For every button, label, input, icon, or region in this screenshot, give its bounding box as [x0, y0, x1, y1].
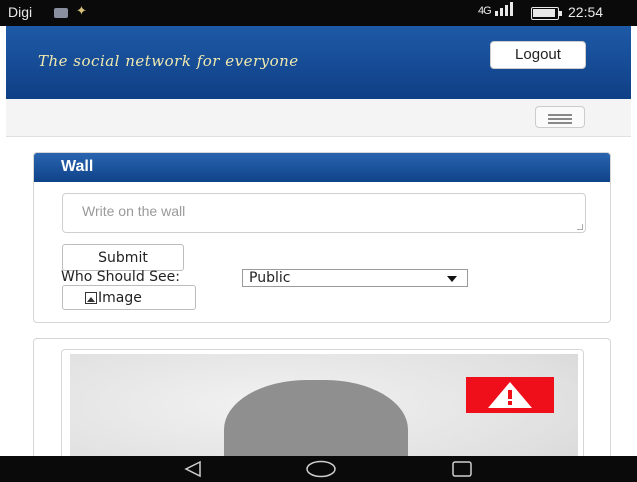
- image-upload-button[interactable]: Image: [62, 285, 196, 310]
- status-bar: Digi ✦ 4G 22:54: [0, 0, 637, 26]
- resize-handle-icon[interactable]: [577, 224, 583, 230]
- clock: 22:54: [568, 4, 604, 20]
- thumbnail-icon: [54, 8, 68, 18]
- battery-icon: [531, 7, 562, 20]
- wall-header: Wall: [34, 153, 610, 182]
- wall-post-placeholder: Write on the wall: [82, 203, 186, 219]
- signal-bars-icon: [494, 2, 513, 16]
- android-nav-bar: [0, 456, 637, 482]
- image-button-label: Image: [98, 290, 142, 306]
- home-icon[interactable]: [305, 460, 337, 478]
- warning-icon: [488, 382, 532, 408]
- site-header: The social network for everyone Logout: [6, 26, 631, 99]
- wall-post-input[interactable]: Write on the wall: [62, 193, 586, 233]
- submit-button[interactable]: Submit: [62, 244, 184, 271]
- image-icon: [85, 292, 97, 304]
- recents-icon[interactable]: [450, 460, 474, 478]
- wall-panel: Wall Write on the wall Submit Who Should…: [33, 152, 611, 323]
- visibility-select-value: Public: [249, 270, 291, 286]
- signal-icon: 4G: [478, 2, 515, 17]
- visibility-label: Who Should See:: [61, 269, 180, 285]
- chevron-down-icon: [447, 276, 457, 282]
- network-type-label: 4G: [478, 5, 492, 17]
- notification-icon: ✦: [76, 3, 87, 18]
- logout-button[interactable]: Logout: [490, 41, 586, 69]
- visibility-select[interactable]: Public: [242, 269, 468, 287]
- warning-badge[interactable]: [466, 377, 554, 413]
- site-tagline: The social network for everyone: [38, 52, 299, 70]
- carrier-label: Digi: [8, 4, 33, 20]
- hamburger-icon[interactable]: [535, 106, 585, 128]
- navbar: [6, 99, 631, 137]
- back-icon[interactable]: [182, 460, 204, 478]
- wall-title: Wall: [61, 158, 94, 175]
